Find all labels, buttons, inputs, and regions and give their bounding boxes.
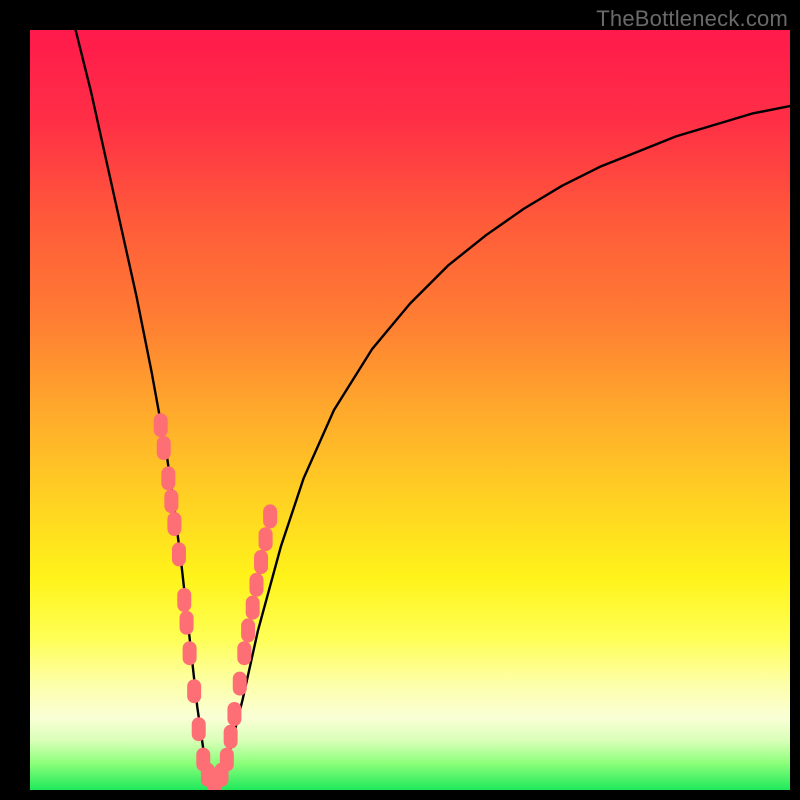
sample-point (254, 550, 268, 574)
sample-point (259, 527, 273, 551)
sample-point (192, 717, 206, 741)
bottleneck-chart (30, 30, 790, 790)
sample-point (157, 436, 171, 460)
sample-point (220, 748, 234, 772)
sample-point (227, 702, 241, 726)
sample-point (237, 641, 251, 665)
sample-point (154, 413, 168, 437)
sample-point (246, 596, 260, 620)
sample-point (263, 504, 277, 528)
sample-point (172, 542, 186, 566)
sample-point (177, 588, 191, 612)
sample-point (164, 489, 178, 513)
chart-frame: TheBottleneck.com (0, 0, 800, 800)
gradient-background (30, 30, 790, 790)
sample-point (167, 512, 181, 536)
sample-point (180, 611, 194, 635)
sample-point (187, 679, 201, 703)
sample-point (241, 618, 255, 642)
watermark-text: TheBottleneck.com (596, 6, 788, 32)
sample-point (161, 466, 175, 490)
sample-point (249, 573, 263, 597)
sample-point (183, 641, 197, 665)
sample-point (224, 725, 238, 749)
plot-area (30, 30, 790, 790)
sample-point (233, 672, 247, 696)
